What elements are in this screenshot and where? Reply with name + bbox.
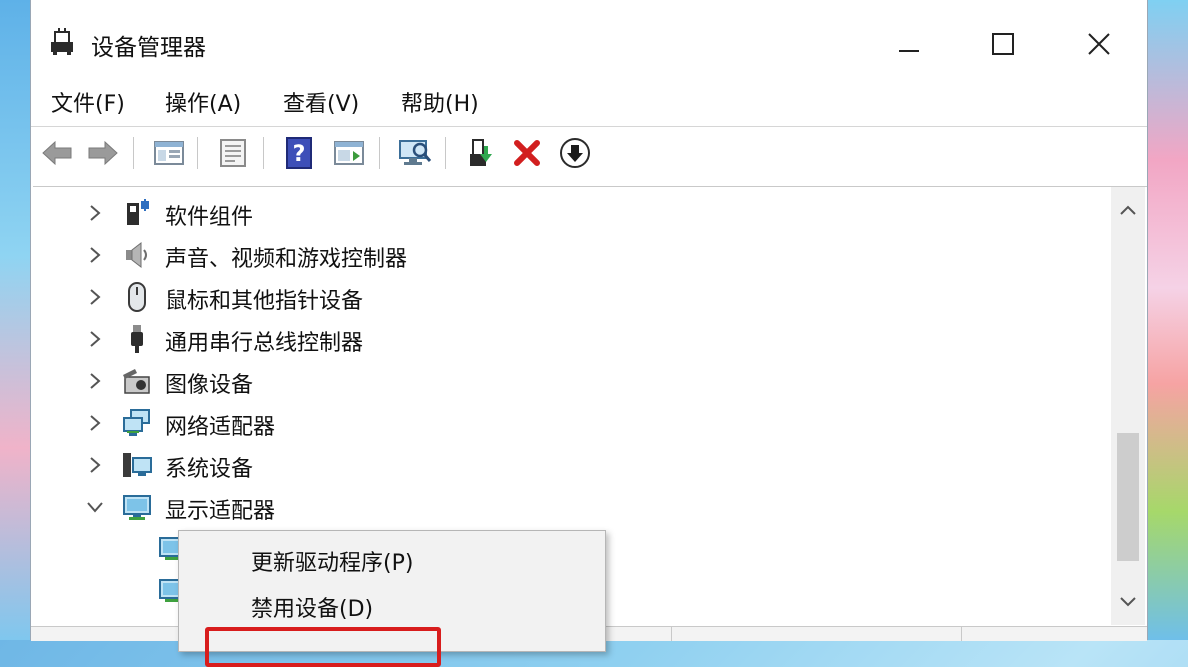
maximize-icon [992,33,1014,55]
close-button[interactable] [1077,22,1121,66]
desktop-background-right [1148,0,1188,640]
tree-item-label: 声音、视频和游戏控制器 [165,247,408,272]
minimize-icon [899,50,919,52]
forward-button[interactable] [85,135,121,171]
uninstall-device-button[interactable] [509,135,545,171]
tree-item-system-devices[interactable]: 系统设备 [33,445,1113,485]
tree-item-network-adapters[interactable]: 网络适配器 [33,403,1113,443]
context-menu: 更新驱动程序(P) 禁用设备(D) [178,530,606,667]
tree-item-label: 鼠标和其他指针设备 [165,289,364,314]
chevron-right-icon[interactable] [85,287,105,307]
mouse-icon [128,282,146,312]
toolbar-separator [263,137,264,169]
chevron-right-icon[interactable] [85,413,105,433]
update-driver-icon [470,139,492,166]
menu-file[interactable]: 文件(F) [51,86,125,118]
status-divider [961,627,962,641]
back-icon [42,140,72,166]
help-button[interactable]: ? [281,135,317,171]
show-hide-console-tree-icon [154,141,184,165]
highlight-annotation [205,627,441,667]
minimize-button[interactable] [887,22,931,66]
speaker-icon [126,241,147,269]
toolbar-separator [133,137,134,169]
action-pane-button[interactable] [331,135,367,171]
system-device-icon [123,453,152,477]
tree-item-label: 系统设备 [165,457,254,482]
menu-view[interactable]: 查看(V) [283,86,359,118]
back-button[interactable] [39,135,75,171]
chevron-right-icon[interactable] [85,371,105,391]
scan-hardware-button[interactable] [397,135,433,171]
camera-icon [123,369,150,394]
toolbar-separator [197,137,198,169]
chevron-down-icon[interactable] [85,497,105,517]
scroll-up-icon[interactable] [1118,201,1138,221]
svg-text:?: ? [293,142,306,167]
display-adapter-icon [123,495,151,520]
uninstall-icon [514,140,540,166]
menu-action[interactable]: 操作(A) [165,86,241,118]
help-icon: ? [286,137,312,169]
network-adapter-icon [123,409,150,436]
tree-item-label: 显示适配器 [165,499,276,524]
menu-bar: 文件(F) 操作(A) 查看(V) 帮助(H) [31,84,1147,118]
device-manager-app-icon [51,28,73,55]
tree-item-mice-pointing-devices[interactable]: 鼠标和其他指针设备 [33,277,1113,317]
show-hide-console-tree-button[interactable] [151,135,187,171]
title-bar[interactable]: 设备管理器 [31,0,1147,80]
tree-item-usb-controllers[interactable]: 通用串行总线控制器 [33,319,1113,359]
scrollbar-thumb[interactable] [1117,433,1139,561]
tree-item-label: 网络适配器 [165,415,276,440]
usb-icon [131,325,143,353]
window-title: 设备管理器 [91,35,206,61]
context-menu-update-driver[interactable]: 更新驱动程序(P) [251,545,413,577]
properties-icon [220,139,246,167]
chevron-right-icon[interactable] [85,203,105,223]
chevron-right-icon[interactable] [85,245,105,265]
tree-item-software-components[interactable]: 软件组件 [33,193,1113,233]
forward-icon [88,140,118,166]
toolbar-separator [379,137,380,169]
vertical-scrollbar[interactable] [1111,187,1145,625]
action-pane-icon [334,141,364,165]
tree-item-label: 通用串行总线控制器 [165,331,364,356]
close-icon [1088,33,1110,55]
toolbar-separator [445,137,446,169]
enable-device-button[interactable] [557,135,593,171]
status-divider [671,627,672,641]
scan-hardware-icon [399,140,432,165]
scroll-down-icon[interactable] [1118,591,1138,611]
properties-button[interactable] [215,135,251,171]
context-menu-disable-device[interactable]: 禁用设备(D) [251,591,373,623]
tree-item-imaging-devices[interactable]: 图像设备 [33,361,1113,401]
tree-item-display-adapters[interactable]: 显示适配器 [33,487,1113,527]
tree-item-sound-video-game-controllers[interactable]: 声音、视频和游戏控制器 [33,235,1113,275]
tree-item-label: 软件组件 [165,205,254,230]
chevron-right-icon[interactable] [85,455,105,475]
enable-device-icon [560,138,590,168]
update-driver-button[interactable] [463,135,499,171]
chevron-right-icon[interactable] [85,329,105,349]
menu-help[interactable]: 帮助(H) [401,86,479,118]
tree-item-label: 图像设备 [165,373,254,398]
software-component-icon [127,199,149,225]
maximize-button[interactable] [981,22,1025,66]
toolbar: ? [31,126,1147,181]
